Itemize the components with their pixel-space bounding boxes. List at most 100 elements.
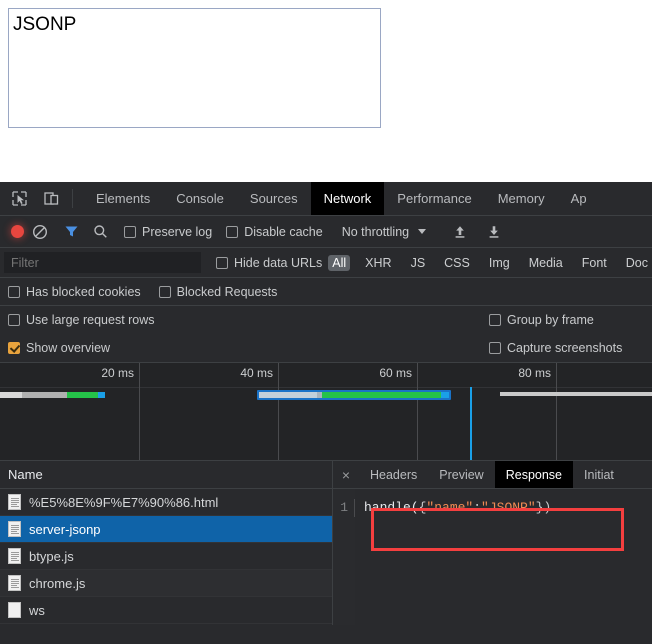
preserve-log-option[interactable]: Preserve log bbox=[124, 225, 212, 239]
filter-type-css[interactable]: CSS bbox=[440, 255, 474, 271]
export-har-icon[interactable] bbox=[483, 221, 505, 243]
filter-input[interactable] bbox=[4, 252, 201, 273]
tab-application[interactable]: Ap bbox=[558, 182, 600, 215]
line-number: 1 bbox=[333, 499, 355, 517]
code-token-colon: : bbox=[473, 500, 482, 515]
has-blocked-cookies-option[interactable]: Has blocked cookies bbox=[8, 285, 141, 299]
devtools-tabbar: Elements Console Sources Network Perform… bbox=[0, 182, 652, 216]
tab-headers[interactable]: Headers bbox=[359, 461, 428, 488]
tab-initiator[interactable]: Initiat bbox=[573, 461, 625, 488]
capture-screenshots-checkbox[interactable] bbox=[489, 342, 501, 354]
blocked-requests-checkbox[interactable] bbox=[158, 285, 171, 298]
tab-elements[interactable]: Elements bbox=[83, 182, 163, 215]
capture-screenshots-option[interactable]: Capture screenshots bbox=[489, 341, 622, 355]
request-name: %E5%8E%9F%E7%90%86.html bbox=[29, 494, 219, 510]
overview-tick-label-80: 80 ms bbox=[518, 366, 551, 380]
response-code-text: handle({"name":"JSONP"}) bbox=[355, 499, 551, 517]
disable-cache-label: Disable cache bbox=[244, 224, 323, 239]
capture-screenshots-label: Capture screenshots bbox=[507, 341, 623, 355]
overview-bar-btype[interactable] bbox=[500, 392, 652, 398]
group-by-frame-option[interactable]: Group by frame bbox=[489, 313, 594, 327]
filter-type-img[interactable]: Img bbox=[485, 255, 514, 271]
tab-preview[interactable]: Preview bbox=[428, 461, 494, 488]
timing-segment-stalled bbox=[259, 392, 317, 398]
request-detail-panel: × Headers Preview Response Initiat 1 han… bbox=[333, 461, 652, 625]
overview-gridline-60 bbox=[417, 363, 418, 460]
response-body-viewer[interactable]: 1 handle({"name":"JSONP"}) bbox=[333, 489, 652, 625]
timing-segment-waiting bbox=[67, 392, 98, 398]
request-column-header-name[interactable]: Name bbox=[0, 461, 332, 489]
tab-performance[interactable]: Performance bbox=[384, 182, 484, 215]
search-icon[interactable] bbox=[89, 221, 111, 243]
throttling-value: No throttling bbox=[341, 224, 410, 239]
device-toolbar-icon[interactable] bbox=[40, 188, 62, 210]
import-har-icon[interactable] bbox=[449, 221, 471, 243]
disable-cache-option[interactable]: Disable cache bbox=[226, 225, 323, 239]
filter-type-doc[interactable]: Doc bbox=[622, 255, 652, 271]
overview-gridline-20 bbox=[139, 363, 140, 460]
blocked-requests-label: Blocked Requests bbox=[176, 284, 278, 299]
overview-ruler: 20 ms 40 ms 60 ms 80 ms bbox=[0, 363, 652, 460]
show-overview-checkbox[interactable] bbox=[8, 342, 20, 354]
filter-icon[interactable] bbox=[60, 221, 82, 243]
dom-content-loaded-marker bbox=[470, 387, 472, 460]
code-token-function: handle( bbox=[364, 500, 419, 515]
table-row[interactable]: %E5%8E%9F%E7%90%86.html bbox=[0, 489, 332, 516]
request-name: chrome.js bbox=[29, 575, 86, 591]
devtools-tabs: Elements Console Sources Network Perform… bbox=[83, 182, 600, 215]
blocked-filters-row: Has blocked cookies Blocked Requests bbox=[0, 278, 652, 306]
tab-response[interactable]: Response bbox=[494, 461, 574, 488]
filter-type-js[interactable]: JS bbox=[407, 255, 430, 271]
resource-type-filters: All XHR JS CSS Img Media Font Doc bbox=[328, 254, 652, 271]
group-by-frame-checkbox[interactable] bbox=[489, 314, 501, 326]
overview-bar-server-jsonp[interactable] bbox=[257, 390, 451, 400]
settings-row-1: Use large request rows Group by frame bbox=[0, 306, 652, 334]
code-token-value: "JSONP" bbox=[481, 500, 536, 515]
has-blocked-cookies-checkbox[interactable] bbox=[8, 285, 20, 298]
timing-segment-waiting bbox=[322, 392, 441, 398]
code-token-key: "name" bbox=[426, 500, 474, 515]
preserve-log-checkbox[interactable] bbox=[124, 225, 136, 238]
inspect-element-icon[interactable] bbox=[8, 188, 30, 210]
hide-data-urls-checkbox[interactable] bbox=[216, 256, 228, 269]
request-list-panel: Name %E5%8E%9F%E7%90%86.html server-json… bbox=[0, 461, 333, 625]
large-rows-checkbox[interactable] bbox=[8, 314, 20, 326]
document-icon bbox=[8, 575, 21, 591]
tab-network[interactable]: Network bbox=[310, 182, 385, 215]
timing-segment-download bbox=[441, 392, 449, 398]
hide-data-urls-option[interactable]: Hide data URLs bbox=[216, 256, 322, 270]
table-row[interactable]: btype.js bbox=[0, 543, 332, 570]
large-rows-label: Use large request rows bbox=[26, 313, 155, 327]
large-rows-option[interactable]: Use large request rows bbox=[8, 313, 155, 327]
table-row[interactable]: ws bbox=[0, 597, 332, 624]
close-icon[interactable]: × bbox=[333, 461, 359, 488]
blocked-requests-option[interactable]: Blocked Requests bbox=[158, 284, 278, 299]
hide-data-urls-label: Hide data URLs bbox=[234, 255, 323, 270]
request-name: btype.js bbox=[29, 548, 74, 564]
request-detail-tabs: × Headers Preview Response Initiat bbox=[333, 461, 652, 489]
has-blocked-cookies-label: Has blocked cookies bbox=[26, 284, 141, 299]
timing-segment-stalled bbox=[22, 392, 67, 398]
clear-icon[interactable] bbox=[29, 221, 51, 243]
group-by-frame-label: Group by frame bbox=[507, 313, 594, 327]
table-row[interactable]: server-jsonp bbox=[0, 516, 332, 543]
chevron-down-icon bbox=[418, 229, 427, 234]
blank-document-icon bbox=[8, 602, 21, 618]
tab-console[interactable]: Console bbox=[163, 182, 237, 215]
disable-cache-checkbox[interactable] bbox=[226, 225, 239, 238]
browser-page-area: JSONP bbox=[0, 0, 652, 182]
settings-row-2: Show overview Capture screenshots bbox=[0, 334, 652, 362]
tab-sources[interactable]: Sources bbox=[237, 182, 311, 215]
filter-type-media[interactable]: Media bbox=[525, 255, 567, 271]
tab-memory[interactable]: Memory bbox=[485, 182, 558, 215]
filter-type-xhr[interactable]: XHR bbox=[361, 255, 395, 271]
toolbar-divider bbox=[72, 189, 73, 208]
record-icon[interactable] bbox=[11, 225, 24, 238]
filter-type-all[interactable]: All bbox=[328, 254, 351, 271]
overview-bar-html[interactable] bbox=[0, 392, 105, 398]
show-overview-option[interactable]: Show overview bbox=[8, 341, 110, 355]
table-row[interactable]: chrome.js bbox=[0, 570, 332, 597]
throttling-dropdown[interactable]: No throttling bbox=[341, 224, 427, 239]
network-overview-timeline[interactable]: 20 ms 40 ms 60 ms 80 ms bbox=[0, 362, 652, 461]
filter-type-font[interactable]: Font bbox=[578, 255, 611, 271]
